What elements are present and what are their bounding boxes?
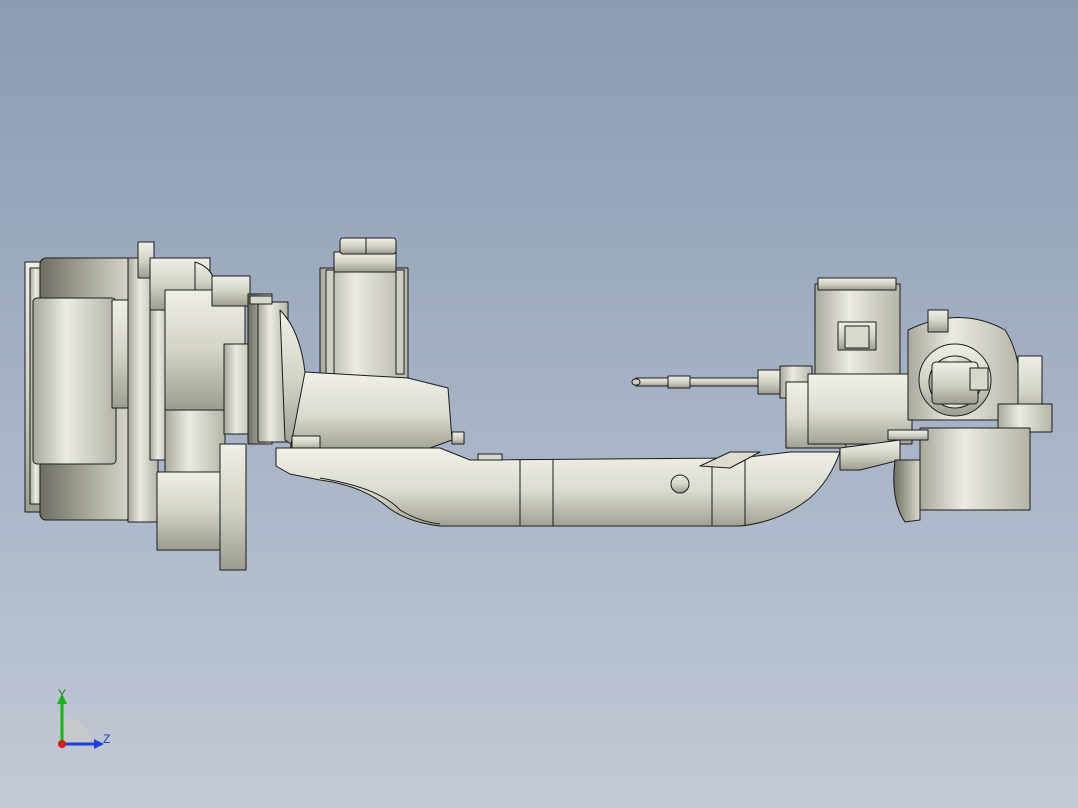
coordinate-triad: Y Z [40,680,130,770]
3d-viewport[interactable]: Y Z [0,0,1078,808]
x-axis-dot-icon [58,740,66,748]
wrist-assembly[interactable] [785,277,1053,523]
shoulder-joint[interactable] [279,237,465,451]
z-axis-label: Z [103,732,111,746]
axis-triad-icon [57,694,104,749]
y-axis-label: Y [58,687,67,701]
robot-arm-model[interactable] [0,0,1078,808]
tool-rod[interactable] [631,365,813,399]
base-motor[interactable] [24,241,289,571]
lower-arm-beam[interactable] [275,447,841,527]
